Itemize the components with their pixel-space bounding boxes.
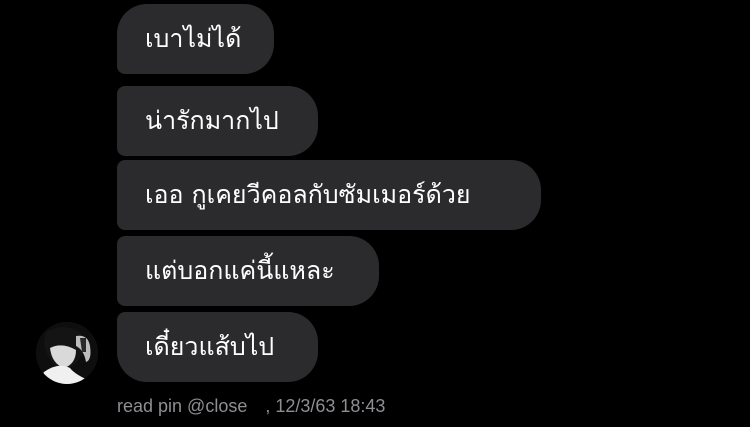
message-bubble[interactable]: เดี๋ยวแส้บไป — [117, 312, 318, 382]
profile-photo-icon — [36, 322, 98, 384]
chat-thread: เบาไม่ได้ น่ารักมากไป เออ กูเคยวีคอลกับซ… — [0, 0, 750, 427]
message-bubble[interactable]: น่ารักมากไป — [117, 86, 318, 156]
message-timestamp: , 12/3/63 18:43 — [265, 396, 386, 416]
message-bubble[interactable]: เออ กูเคยวีคอลกับซัมเมอร์ด้วย — [117, 160, 541, 230]
avatar[interactable] — [36, 322, 98, 384]
read-receipt: read pin @close , 12/3/63 18:43 — [117, 394, 385, 418]
message-bubble[interactable]: แต่บอกแค่นี้แหละ — [117, 236, 379, 306]
message-bubble[interactable]: เบาไม่ได้ — [117, 4, 274, 74]
read-status-text: read pin @close — [117, 396, 248, 416]
